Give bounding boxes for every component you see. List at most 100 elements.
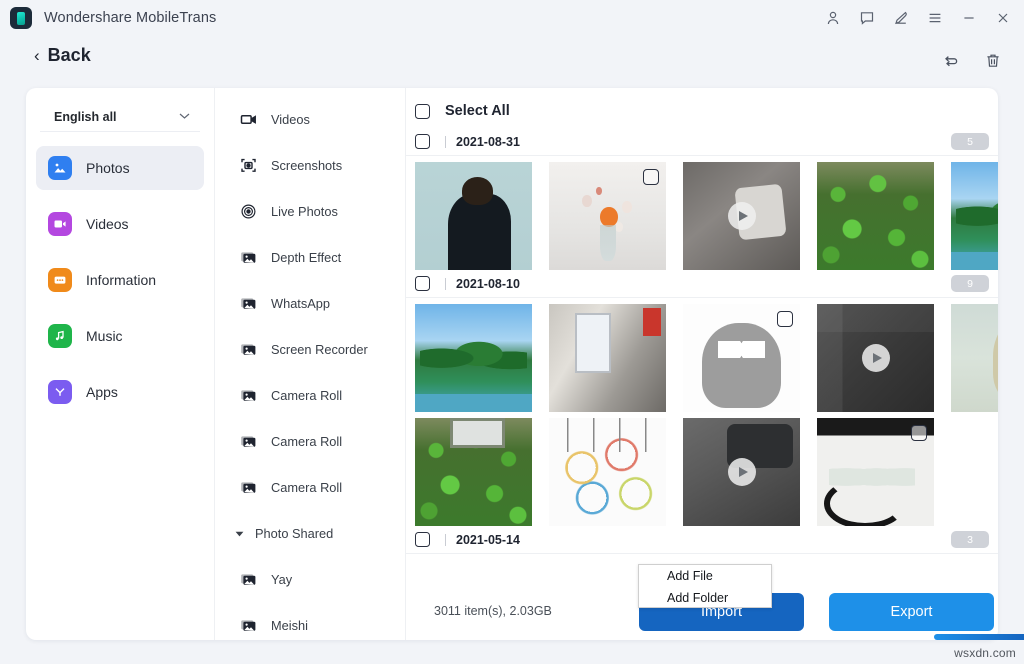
play-icon[interactable] [862, 344, 890, 372]
thumbnail-image [817, 162, 934, 270]
thumbnail-item[interactable] [683, 162, 800, 270]
photos-icon [48, 156, 72, 180]
thumbnail-item[interactable] [951, 162, 998, 270]
date-group-checkbox[interactable] [415, 134, 430, 149]
chevron-left-icon: ‹ [34, 47, 40, 64]
thumbnail-item[interactable] [549, 304, 666, 412]
date-label: 2021-05-14 [456, 533, 520, 547]
category-item-label: Screen Recorder [271, 342, 368, 357]
date-group-header[interactable]: 2021-08-10 9 [406, 270, 998, 298]
date-label: 2021-08-10 [456, 277, 520, 291]
sidebar-item-music[interactable]: Music [36, 314, 204, 358]
category-item-live-photos[interactable]: Live Photos [215, 188, 406, 234]
thumbnail-checkbox[interactable] [777, 311, 793, 327]
select-all-label: Select All [445, 103, 510, 119]
thumbnail-image [415, 304, 532, 412]
sidebar-item-label: Apps [86, 384, 118, 400]
context-menu-item-add-file[interactable]: Add File [639, 565, 771, 587]
sidebar-item-videos[interactable]: Videos [36, 202, 204, 246]
date-group-checkbox[interactable] [415, 532, 430, 547]
category-item-camera-roll[interactable]: Camera Roll [215, 418, 406, 464]
category-item-camera-roll[interactable]: Camera Roll [215, 464, 406, 510]
category-item-label: Meishi [271, 618, 308, 633]
thumbnail-item[interactable] [549, 162, 666, 270]
date-group-header[interactable]: 2021-08-315 [406, 128, 998, 156]
videos-icon [48, 212, 72, 236]
album-icon [239, 294, 257, 312]
category-item-photo-shared[interactable]: Photo Shared [215, 510, 406, 556]
video-camera-icon [239, 110, 257, 128]
export-button[interactable]: Export [829, 593, 994, 631]
count-badge: 9 [951, 275, 989, 292]
information-icon [48, 268, 72, 292]
sidebar-item-apps[interactable]: Apps [36, 370, 204, 414]
thumbnail-item[interactable] [683, 304, 800, 412]
category-item-videos[interactable]: Videos [215, 96, 406, 142]
live-photo-icon [239, 202, 257, 220]
close-icon[interactable] [986, 3, 1020, 33]
category-item-depth-effect[interactable]: Depth Effect [215, 234, 406, 280]
accent-corner [934, 634, 1024, 640]
account-icon[interactable] [816, 3, 850, 33]
triangle-down-icon [233, 524, 245, 542]
thumbnail-image [415, 418, 532, 526]
divider [445, 136, 446, 148]
thumbnail-item[interactable] [415, 304, 532, 412]
category-item-label: Photo Shared [255, 526, 333, 541]
select-all-row[interactable]: Select All [406, 94, 998, 128]
select-all-checkbox[interactable] [415, 104, 430, 119]
thumbnail-image [951, 162, 998, 270]
chevron-down-icon [179, 111, 190, 123]
minimize-icon[interactable] [952, 3, 986, 33]
thumbnail-item[interactable] [951, 304, 998, 412]
category-item-screen-recorder[interactable]: Screen Recorder [215, 326, 406, 372]
category-item-whatsapp[interactable]: WhatsApp [215, 280, 406, 326]
thumbnail-item[interactable] [817, 162, 934, 270]
count-badge: 3 [951, 531, 989, 548]
thumbnail-item[interactable] [817, 304, 934, 412]
language-select[interactable]: English all [40, 102, 200, 132]
category-item-label: Videos [271, 112, 310, 127]
album-icon [239, 340, 257, 358]
play-icon[interactable] [728, 458, 756, 486]
back-button[interactable]: ‹ Back [34, 45, 91, 66]
context-menu-item-add-folder[interactable]: Add Folder [639, 587, 771, 609]
feedback-icon[interactable] [850, 3, 884, 33]
sidebar-item-photos[interactable]: Photos [36, 146, 204, 190]
thumbnail-item[interactable] [683, 418, 800, 526]
window-drag-region[interactable] [216, 0, 816, 36]
context-menu[interactable]: Add FileAdd Folder [638, 564, 772, 608]
refresh-icon[interactable] [938, 48, 964, 74]
edit-pen-icon[interactable] [884, 3, 918, 33]
sidebar-item-label: Photos [86, 160, 130, 176]
category-item-yay[interactable]: Yay [215, 556, 406, 602]
mobiletrans-logo-icon [10, 7, 32, 29]
thumbnail-item[interactable] [415, 418, 532, 526]
category-item-label: Camera Roll [271, 480, 342, 495]
album-icon [239, 432, 257, 450]
date-group-header[interactable]: 2021-05-14 3 [406, 526, 998, 554]
thumbnail-item[interactable] [415, 162, 532, 270]
category-item-screenshots[interactable]: Screenshots [215, 142, 406, 188]
thumbnail-checkbox[interactable] [643, 169, 659, 185]
music-icon [48, 324, 72, 348]
category-item-meishi[interactable]: Meishi [215, 602, 406, 640]
language-select-value: English all [54, 110, 117, 124]
hamburger-menu-icon[interactable] [918, 3, 952, 33]
divider [445, 534, 446, 546]
sidebar-item-information[interactable]: Information [36, 258, 204, 302]
play-icon[interactable] [728, 202, 756, 230]
thumbnail-item[interactable] [549, 418, 666, 526]
thumbnail-row [406, 156, 998, 270]
date-group-checkbox[interactable] [415, 276, 430, 291]
category-item-camera-roll[interactable]: Camera Roll [215, 372, 406, 418]
sidebar-item-label: Videos [86, 216, 129, 232]
category-item-label: Screenshots [271, 158, 342, 173]
album-icon [239, 386, 257, 404]
thumbnail-item[interactable] [817, 418, 934, 526]
thumbnail-checkbox[interactable] [911, 425, 927, 441]
content-column: Select All 2021-08-315 2021-08-10 9 2021-05-… [405, 88, 998, 640]
title-bar: Wondershare MobileTrans [0, 0, 1024, 36]
delete-icon[interactable] [980, 48, 1006, 74]
apps-icon [48, 380, 72, 404]
